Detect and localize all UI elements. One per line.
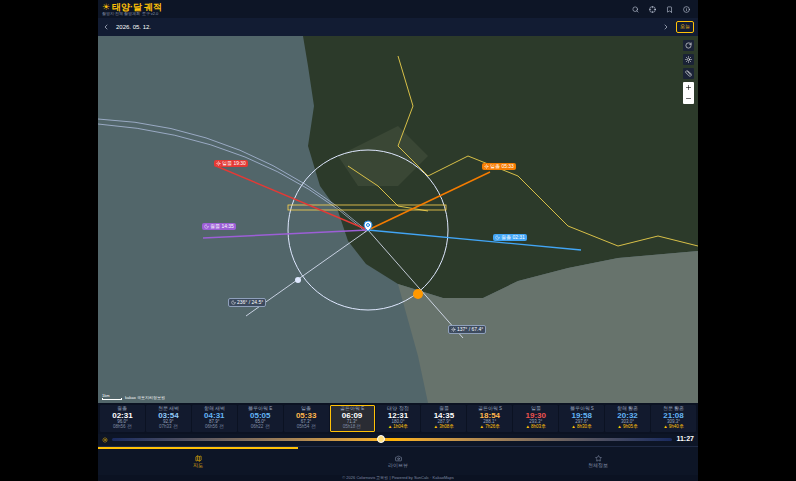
locate-icon[interactable]: [649, 6, 656, 13]
app: ☀태양·달 궤적촬영지·천체 촬영계획 도구 v2.02026. 05. 12.…: [98, 0, 698, 481]
timeline: 월출02:3196.0°08h56 전천문 새벽03:5492.9°07h33 …: [98, 403, 698, 434]
bookmark-icon[interactable]: [666, 6, 673, 13]
moon-position-dot: [295, 277, 301, 283]
timeline-card[interactable]: 일몰19:30293.3°▲ 8h03후: [513, 405, 558, 432]
map-attribution: kakao 국토지리정보원: [125, 396, 165, 400]
ruler-icon: [685, 70, 692, 77]
timeline-card[interactable]: 월출02:3196.0°08h56 전: [100, 405, 145, 432]
date-bar: 2026. 05. 12. 오늘: [98, 18, 698, 36]
location-pin-icon[interactable]: [362, 220, 374, 232]
map[interactable]: 일몰 19:30 일출 05:33 월출 02:31 월몰 14:35 236° / 2…: [98, 36, 698, 403]
refresh-icon: [685, 42, 692, 49]
timeline-card[interactable]: 태양 정점12:31180.0°▲ 1h04후: [376, 405, 421, 432]
map-controls: [683, 40, 694, 104]
today-button[interactable]: 오늘: [676, 21, 694, 33]
timeline-card[interactable]: 월몰14:35287.9°▲ 3h08후: [421, 405, 466, 432]
timeline-card[interactable]: 천문 새벽03:5492.9°07h33 전: [146, 405, 191, 432]
position-label: 236° / 24.5°: [228, 298, 266, 307]
timeline-card[interactable]: 블루아워 E05:0565.0°06h22 전: [238, 405, 283, 432]
ray-line: [368, 172, 490, 230]
timeline-card[interactable]: 일출05:3367.3°05h54 전: [284, 405, 329, 432]
header: ☀태양·달 궤적촬영지·천체 촬영계획 도구 v2.0: [98, 0, 698, 18]
zoom-in-button[interactable]: [683, 82, 694, 93]
current-time: 11:27: [676, 434, 694, 445]
ray-line: [368, 230, 581, 250]
nav-icon: [595, 455, 602, 462]
search-icon[interactable]: [632, 6, 639, 13]
footer: © 2026 Colornovis 교육원 | Powered by SunCa…: [98, 475, 698, 481]
nav-icon: [195, 455, 202, 462]
event-label: 일출 05:33: [482, 163, 516, 170]
app-title: 태양·달 궤적: [112, 3, 163, 12]
ray-line: [203, 230, 368, 238]
sun-icon: [685, 56, 692, 63]
refresh-button[interactable]: [683, 40, 694, 51]
moon-icon: [231, 300, 236, 305]
sun-icon: [216, 161, 221, 166]
moon-icon: [495, 235, 500, 240]
info-icon[interactable]: [683, 6, 690, 13]
timeline-card[interactable]: 골든아워 E06:0971.3°05h18 전: [330, 405, 375, 432]
logo: ☀: [102, 3, 110, 12]
slider-thumb[interactable]: [377, 435, 385, 443]
event-label: 일몰 19:30: [214, 160, 248, 167]
minus-icon: [685, 95, 692, 102]
ray-line: [216, 166, 368, 230]
plus-icon: [685, 84, 692, 91]
event-label: 월몰 14:35: [202, 223, 236, 230]
event-label: 월출 02:31: [493, 234, 527, 241]
sun-icon: [102, 437, 108, 443]
timeline-card[interactable]: 항해 새벽04:3187.9°06h56 전: [192, 405, 237, 432]
nav-tab[interactable]: 라이브뷰: [298, 447, 498, 475]
map-scale: 1kmkakao 국토지리정보원: [102, 394, 165, 400]
sun-icon: [484, 164, 489, 169]
sun-icon: [451, 327, 456, 332]
app-subtitle: 촬영지·천체 촬영계획 도구 v2.0: [102, 12, 163, 16]
next-day-icon[interactable]: [662, 23, 670, 31]
map-drawing: [98, 36, 698, 403]
layers-button[interactable]: [683, 54, 694, 65]
zoom-out-button[interactable]: [683, 93, 694, 104]
position-label: 137° / 67.4°: [448, 325, 486, 334]
time-slider-row: 11:27: [98, 434, 698, 446]
nav-icon: [395, 455, 402, 462]
date-field[interactable]: 2026. 05. 12.: [116, 23, 151, 32]
ruler-button[interactable]: [683, 68, 694, 79]
time-slider[interactable]: [112, 438, 672, 441]
nav-tab[interactable]: 천체정보: [498, 447, 698, 475]
nav-tab[interactable]: 지도: [98, 447, 298, 475]
sun-position-dot: [413, 289, 423, 299]
timeline-card[interactable]: 천문 황혼21:08309.3°▲ 9h40후: [651, 405, 696, 432]
timeline-card[interactable]: 항해 황혼20:32303.0°▲ 9h05후: [605, 405, 650, 432]
moon-icon: [204, 224, 209, 229]
timeline-card[interactable]: 블루아워 S19:58297.6°▲ 8h30후: [559, 405, 604, 432]
prev-day-icon[interactable]: [102, 23, 110, 31]
bottom-nav: 지도라이브뷰천체정보: [98, 446, 698, 475]
timeline-card[interactable]: 골든아워 S18:54288.1°▲ 7h26후: [467, 405, 512, 432]
page: ☀태양·달 궤적촬영지·천체 촬영계획 도구 v2.02026. 05. 12.…: [0, 0, 796, 481]
